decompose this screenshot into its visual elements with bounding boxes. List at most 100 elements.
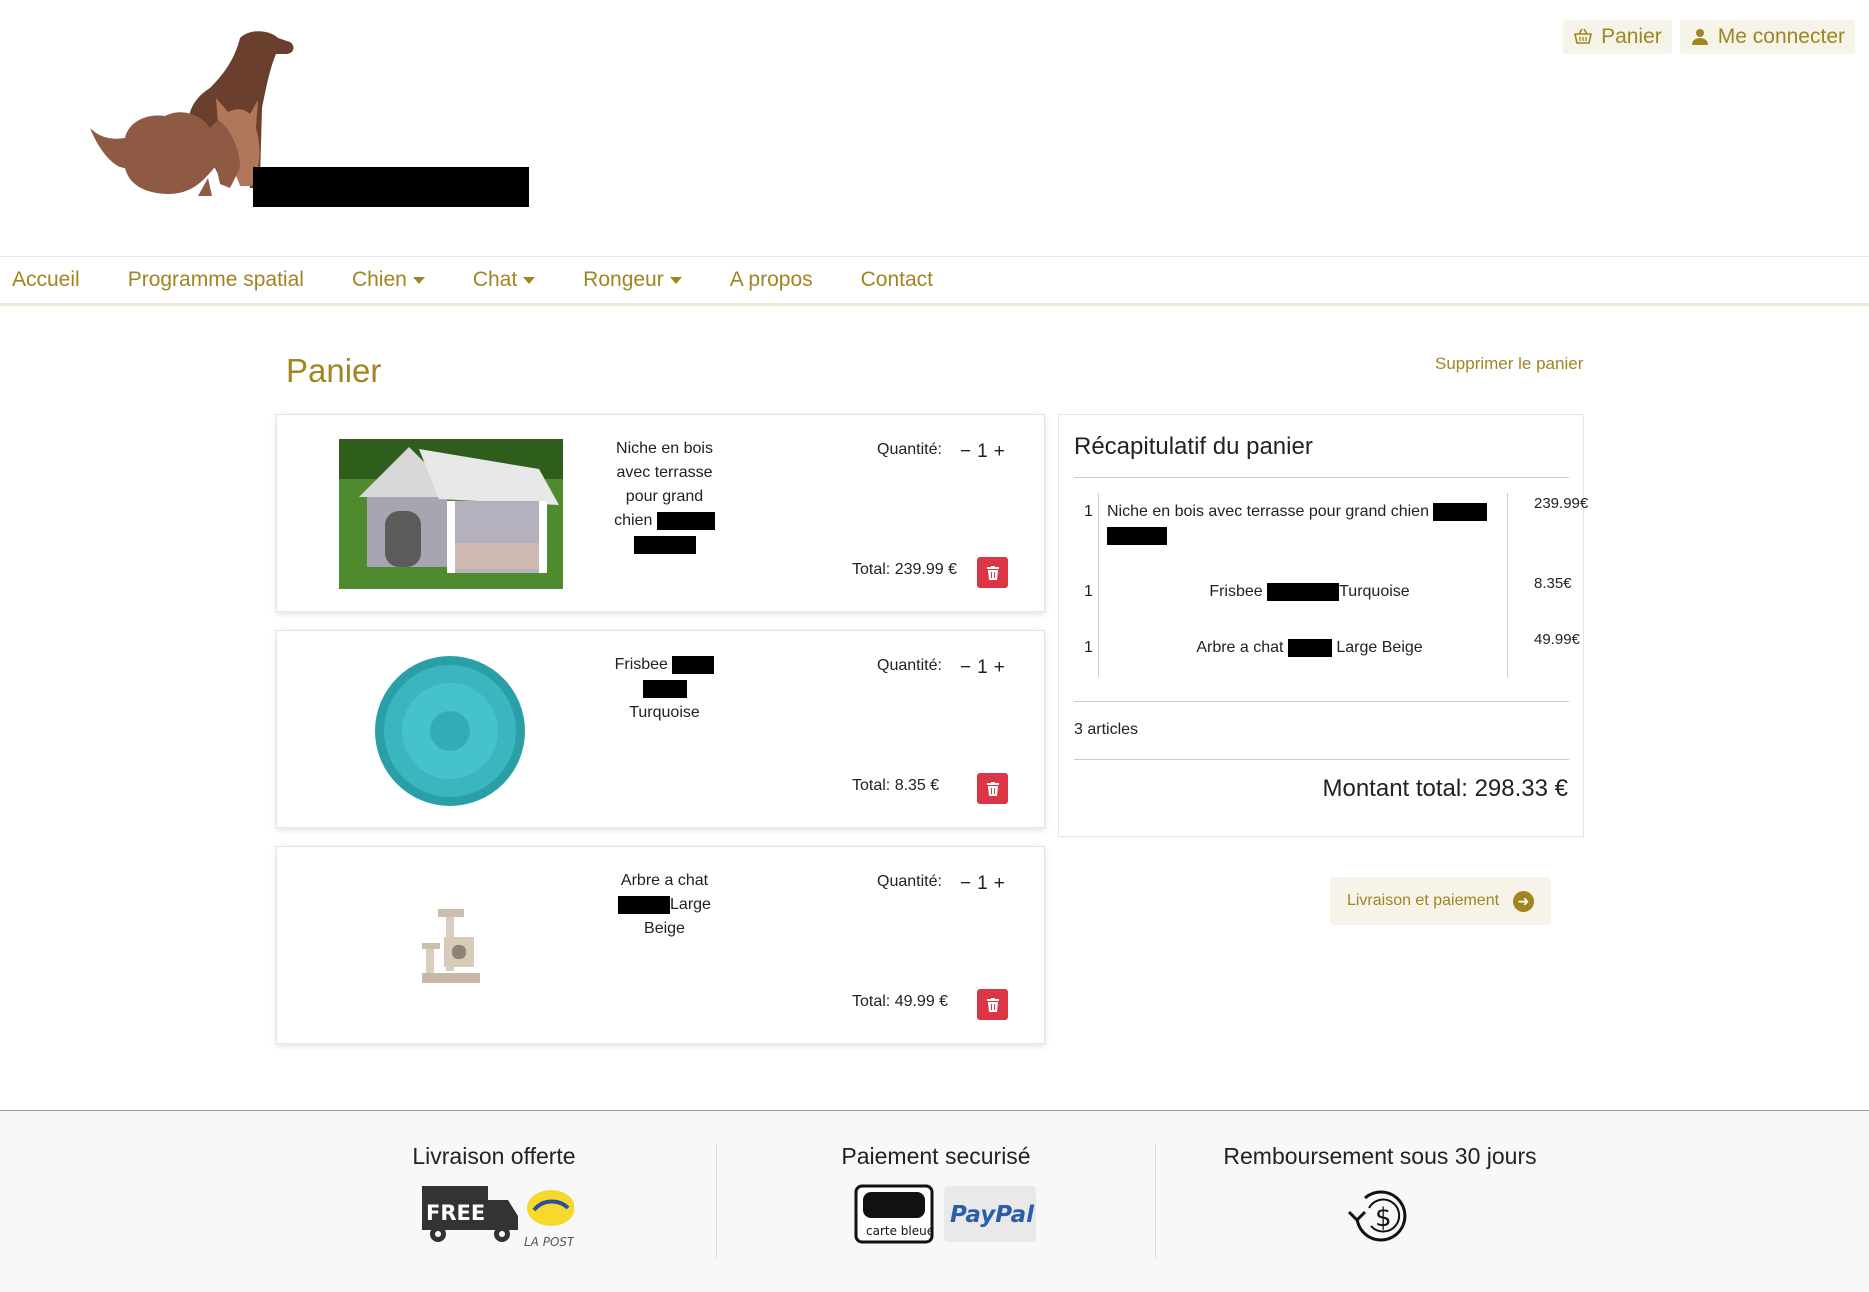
user-icon — [1691, 29, 1708, 45]
increment-button[interactable]: + — [994, 441, 1005, 463]
nav-label: Programme spatial — [127, 268, 304, 291]
summary-name-text: Frisbee — [1209, 583, 1263, 601]
summary-row: 1 Arbre a chat Large Beige 49.99€ — [1074, 631, 1584, 669]
summary-row: 1 Niche en bois avec terrasse pour grand… — [1074, 495, 1588, 553]
summary-title: Récapitulatif du panier — [1074, 433, 1313, 460]
item-name-line: avec terrasse — [616, 464, 713, 481]
cb-label: carte bleue — [866, 1224, 934, 1238]
quantity-value: 1 — [977, 873, 988, 894]
page-title: Panier — [286, 352, 382, 389]
svg-text:$: $ — [1375, 1203, 1392, 1233]
increment-button[interactable]: + — [994, 873, 1005, 895]
nav-contact[interactable]: Contact — [861, 268, 933, 292]
summary-name-text: Large Beige — [1336, 639, 1423, 657]
nav-label: Chat — [472, 268, 518, 291]
divider — [1155, 1143, 1156, 1258]
article-count: 3 articles — [1074, 721, 1139, 738]
cart-button[interactable]: Panier — [1563, 20, 1672, 54]
trash-icon — [986, 997, 999, 1012]
increment-button[interactable]: + — [994, 657, 1005, 679]
nav-a-propos[interactable]: A propos — [730, 268, 813, 292]
free-delivery-truck-icon: FREE LA POSTE — [422, 1186, 582, 1249]
summary-name-text: Niche en bois avec terrasse pour grand c… — [1107, 503, 1429, 521]
quantity-stepper: − 1 + — [960, 873, 1005, 895]
redacted-text — [672, 655, 715, 674]
redacted-text — [642, 679, 687, 698]
redacted-text — [618, 895, 671, 914]
nav-chien[interactable]: Chien — [352, 268, 425, 292]
login-button-label: Me connecter — [1717, 25, 1845, 48]
quantity-label: Quantité: — [877, 441, 942, 458]
divider — [1074, 759, 1569, 760]
item-name: Frisbee Turquoise — [607, 653, 722, 725]
decrement-button[interactable]: − — [960, 441, 971, 463]
checkout-button[interactable]: Livraison et paiement ➜ — [1330, 877, 1551, 925]
caret-down-icon — [669, 276, 682, 284]
summary-name-text: Arbre a chat — [1196, 639, 1284, 657]
product-image-kennel — [339, 439, 563, 589]
trash-icon — [986, 565, 999, 580]
item-name-line: Arbre a chat — [620, 872, 709, 889]
item-name-line: chien — [614, 512, 653, 529]
delete-item-button[interactable] — [977, 989, 1008, 1020]
nav-label: A propos — [729, 268, 813, 291]
nav-label: Accueil — [12, 268, 80, 291]
redacted-text — [656, 511, 715, 530]
delete-item-button[interactable] — [977, 773, 1008, 804]
redacted-text — [1287, 639, 1332, 657]
item-name-line: Turquoise — [629, 704, 700, 721]
divider — [1074, 701, 1569, 702]
redacted-text — [1107, 527, 1167, 546]
summary-name-text: Turquoise — [1339, 583, 1410, 601]
item-name-line: pour grand — [625, 488, 704, 505]
login-button[interactable]: Me connecter — [1679, 20, 1855, 54]
delete-item-button[interactable] — [977, 557, 1008, 588]
nav-rongeur[interactable]: Rongeur — [583, 268, 682, 292]
footer-payment-title: Paiement securisé — [841, 1143, 1031, 1169]
summary-row: 1 Frisbee Turquoise 8.35€ — [1074, 575, 1584, 613]
cart-item: Niche en bois avec terrasse pour grand c… — [276, 414, 1045, 612]
item-total: Total: 49.99 € — [852, 993, 949, 1010]
decrement-button[interactable]: − — [960, 657, 971, 679]
laposte-label: LA POSTE — [524, 1235, 574, 1249]
divider — [1074, 477, 1569, 478]
nav-label: Contact — [860, 268, 934, 291]
footer-refund: Remboursement sous 30 jours $ — [1195, 1143, 1565, 1251]
quantity-value: 1 — [977, 657, 988, 678]
summary-qty: 1 — [1084, 639, 1093, 656]
summary-qty: 1 — [1084, 583, 1093, 600]
quantity-stepper: − 1 + — [960, 657, 1005, 679]
nav-chat[interactable]: Chat — [472, 268, 536, 292]
nav-label: Chien — [351, 268, 407, 291]
footer-refund-title: Remboursement sous 30 jours — [1223, 1143, 1537, 1169]
quantity-label: Quantité: — [877, 657, 942, 674]
basket-icon — [1574, 28, 1593, 44]
trash-icon — [986, 781, 999, 796]
brand-name-redacted — [253, 167, 529, 207]
cart-item: Frisbee Turquoise Quantité: − 1 + Total:… — [276, 630, 1045, 828]
arrow-right-icon: ➜ — [1513, 890, 1535, 912]
caret-down-icon — [523, 276, 536, 284]
product-image-frisbee — [375, 656, 525, 806]
paypal-label: PayPal — [950, 1202, 1035, 1228]
footer-delivery-title: Livraison offerte — [412, 1143, 576, 1169]
summary-item-name: Arbre a chat Large Beige — [1107, 639, 1512, 657]
redacted-text — [1267, 583, 1340, 601]
decrement-button[interactable]: − — [960, 873, 971, 895]
item-total: Total: 239.99 € — [852, 561, 957, 578]
checkout-label: Livraison et paiement — [1346, 892, 1500, 909]
nav-accueil[interactable]: Accueil — [12, 268, 80, 292]
summary-item-name: Niche en bois avec terrasse pour grand c… — [1107, 503, 1512, 546]
cart-total: Montant total: 298.33 € — [1322, 775, 1568, 802]
summary-qty: 1 — [1084, 503, 1093, 520]
caret-down-icon — [412, 276, 425, 284]
item-total: Total: 8.35 € — [852, 777, 940, 794]
payment-logos-icon: carte bleue PayPal — [854, 1184, 1036, 1244]
nav-label: Rongeur — [583, 268, 664, 291]
item-name: Niche en bois avec terrasse pour grand c… — [607, 437, 722, 557]
clear-cart-link[interactable]: Supprimer le panier — [1435, 354, 1583, 374]
footer-payment: Paiement securisé carte bleue PayPal — [826, 1143, 1046, 1251]
item-name-line: Frisbee — [614, 656, 668, 673]
quantity-label: Quantité: — [877, 873, 942, 890]
nav-programme-spatial[interactable]: Programme spatial — [128, 268, 304, 292]
